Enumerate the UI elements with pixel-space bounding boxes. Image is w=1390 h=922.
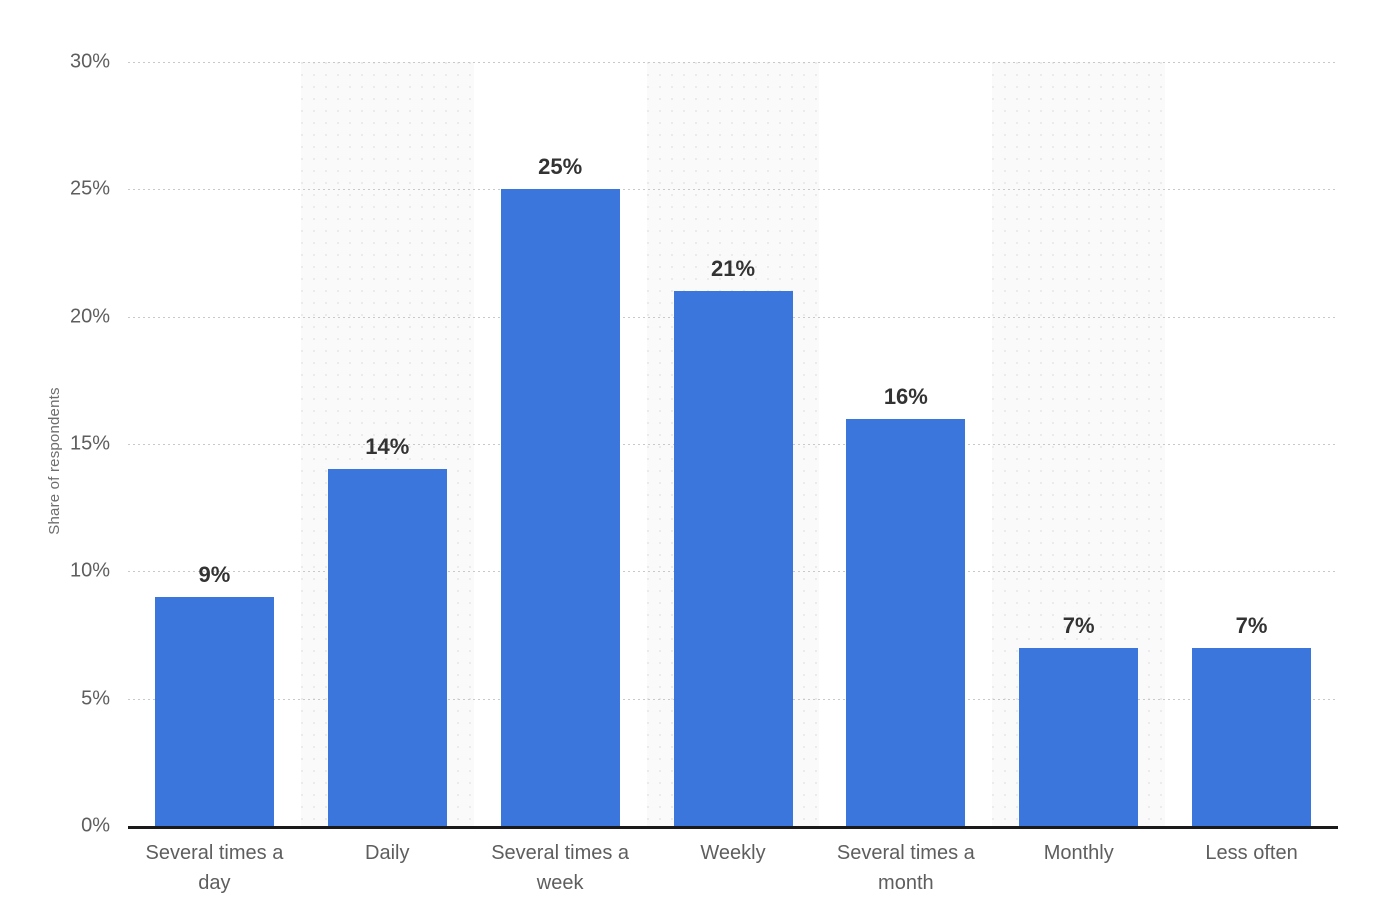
x-axis-category-label: Less often <box>1205 842 1298 864</box>
bar[interactable]: 21% <box>673 62 793 826</box>
bar[interactable]: 7% <box>1019 62 1139 826</box>
bar-value-label: 9% <box>198 561 231 587</box>
bar-rect[interactable] <box>327 469 447 826</box>
x-axis-category-label: Monthly <box>1043 842 1114 864</box>
x-axis-category-label: Several times a week <box>491 842 630 894</box>
bar-rect[interactable] <box>1019 647 1139 826</box>
bar-value-label: 7% <box>1235 612 1268 638</box>
bar-value-label: 21% <box>710 256 756 282</box>
y-axis-tick-label: 15% <box>69 432 110 455</box>
bar-value-label: 14% <box>365 434 410 460</box>
bar-rect[interactable] <box>154 596 274 826</box>
bar-value-label: 16% <box>883 383 928 409</box>
bar-value-label: 25% <box>538 154 583 180</box>
y-axis-title-label: Share of respondents <box>45 387 63 535</box>
bar[interactable]: 7% <box>1192 62 1312 826</box>
bar-rect[interactable] <box>846 418 966 826</box>
y-axis-tick-label: 30% <box>69 50 110 73</box>
bar[interactable]: 25% <box>500 62 620 826</box>
y-axis-title: Share of respondents <box>46 0 72 922</box>
bar-rect[interactable] <box>1192 647 1312 826</box>
bar[interactable]: 9% <box>154 62 274 826</box>
plot-area: 0% 5% 10% 15% 20% 25% 30% 9% 14% 25% 21% 16% 7% 7% <box>70 51 1338 837</box>
x-axis-category-label: Several times a month <box>836 842 975 894</box>
bar-rect[interactable] <box>500 189 620 826</box>
y-axis-tick-label: 10% <box>69 559 110 582</box>
y-axis-tick-label: 5% <box>81 687 110 710</box>
x-axis-category-label: Daily <box>365 842 410 864</box>
bar[interactable]: 16% <box>846 62 966 826</box>
y-axis-tick-label: 25% <box>69 177 110 200</box>
y-axis-tick-label: 20% <box>69 305 110 328</box>
bar-rect[interactable] <box>673 291 793 826</box>
bar[interactable]: 14% <box>327 62 447 826</box>
bar-value-label: 7% <box>1062 612 1095 638</box>
x-axis-line <box>128 826 1338 829</box>
x-axis-category-label: Weekly <box>700 842 766 864</box>
x-axis-category-label: Several times a day <box>145 842 284 894</box>
y-axis-tick-label: 0% <box>81 814 110 837</box>
bar-chart: Share of respondents 0% 5% 10% 15% 20% 25% 30%… <box>0 0 1390 922</box>
